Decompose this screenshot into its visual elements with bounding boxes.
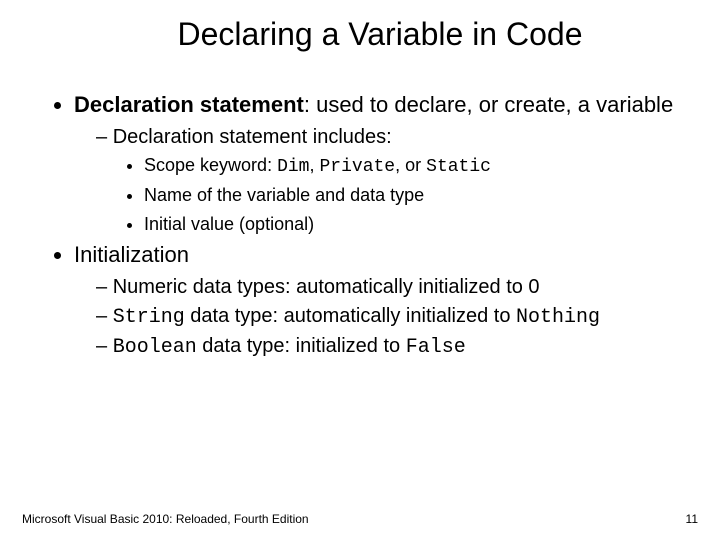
code-false: False	[406, 336, 466, 359]
sub-declaration-includes-text: Declaration statement includes:	[113, 126, 392, 148]
bullet-declaration-statement: Declaration statement: used to declare, …	[74, 91, 680, 235]
slide-title: Declaring a Variable in Code	[40, 16, 680, 53]
sep-2: , or	[395, 155, 426, 175]
include-name-type: Name of the variable and data type	[144, 184, 680, 207]
code-boolean: Boolean	[113, 336, 197, 359]
term-declaration-statement: Declaration statement	[74, 92, 304, 117]
code-private: Private	[320, 157, 396, 177]
code-string: String	[113, 306, 185, 329]
bullet-initialization: Initialization Numeric data types: autom…	[74, 241, 680, 360]
scope-keyword-label: Scope keyword:	[144, 155, 277, 175]
term-definition: : used to declare, or create, a variable	[304, 92, 673, 117]
sublist-declaration: Declaration statement includes: Scope ke…	[74, 125, 680, 236]
slide: Declaring a Variable in Code Declaration…	[0, 0, 720, 360]
sub-declaration-includes: Declaration statement includes: Scope ke…	[96, 125, 680, 236]
init-numeric: Numeric data types: automatically initia…	[96, 275, 680, 300]
code-dim: Dim	[277, 157, 309, 177]
page-number: 11	[686, 512, 698, 526]
code-static: Static	[426, 157, 491, 177]
init-boolean: Boolean data type: initialized to False	[96, 334, 680, 360]
sublist-includes: Scope keyword: Dim, Private, or Static N…	[96, 154, 680, 236]
include-scope-keyword: Scope keyword: Dim, Private, or Static	[144, 154, 680, 179]
bullet-list: Declaration statement: used to declare, …	[40, 91, 680, 360]
init-string-text: data type: automatically initialized to	[185, 305, 516, 327]
initialization-label: Initialization	[74, 242, 189, 267]
include-initial-value: Initial value (optional)	[144, 213, 680, 236]
init-string: String data type: automatically initiali…	[96, 304, 680, 330]
sep-1: ,	[309, 155, 319, 175]
sublist-initialization: Numeric data types: automatically initia…	[74, 275, 680, 360]
footer-book-title: Microsoft Visual Basic 2010: Reloaded, F…	[22, 512, 309, 526]
init-boolean-text: data type: initialized to	[197, 335, 406, 357]
footer: Microsoft Visual Basic 2010: Reloaded, F…	[22, 512, 698, 526]
code-nothing: Nothing	[516, 306, 600, 329]
